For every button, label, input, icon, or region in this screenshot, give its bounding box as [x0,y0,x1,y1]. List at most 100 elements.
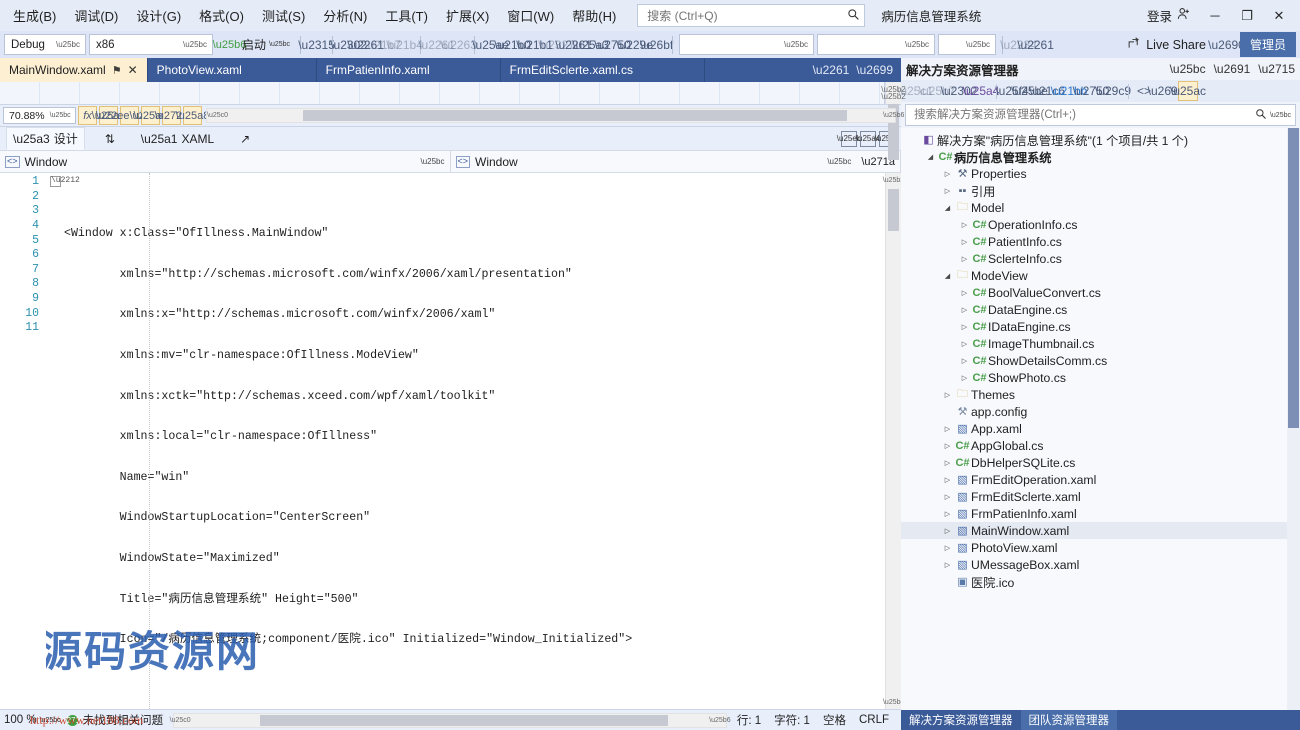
editor-horizontal-scrollbar[interactable]: \u25c0 \u25b6 [170,712,731,728]
scroll-up-icon[interactable]: \u25b2 [883,173,901,187]
expander-icon[interactable]: ▷ [958,323,971,331]
toolbar-combo-1[interactable]: \u25bc [679,34,815,55]
code-text-area[interactable]: \u2212 <Window x:Class="OfIllness.MainWi… [46,173,885,709]
restore-button[interactable]: ❐ [1232,4,1262,28]
tree-node[interactable]: ◢ 🗀 ModeView [901,267,1300,284]
lock-window-icon[interactable]: \u26bf [640,35,673,54]
scroll-thumb[interactable] [1288,128,1299,428]
tree-node[interactable]: ▷ ▧ MainWindow.xaml [901,522,1300,539]
artboard-icon[interactable]: \u25a8 [176,106,209,126]
menu-item-extensions[interactable]: 扩展(X) [437,2,498,29]
scroll-left-icon[interactable]: \u25c0 [207,112,228,119]
pin-icon[interactable]: \u2691 [1214,62,1251,76]
solution-search-input[interactable] [912,108,1255,122]
tab-photoview-xaml[interactable]: PhotoView.xaml [148,58,317,82]
tree-node[interactable]: ⚒ app.config [901,403,1300,420]
tree-node[interactable]: ▷ C# PatientInfo.cs [901,233,1300,250]
scroll-thumb[interactable] [303,110,847,122]
solution-explorer-search[interactable]: \u25bc [905,104,1296,126]
expander-icon[interactable]: ▷ [958,289,971,297]
chevron-down-icon[interactable]: \u25bc [40,717,61,724]
dock-tab-solution-explorer[interactable]: 解决方案资源管理器 [901,710,1021,730]
issues-indicator[interactable]: \u2713 未找到相关问题 [60,712,163,728]
menu-item-design[interactable]: 设计(G) [127,2,190,29]
expander-icon[interactable]: ▷ [958,306,971,314]
chevron-down-icon[interactable]: \u25bc [420,157,444,166]
menu-item-window[interactable]: 窗口(W) [498,2,563,29]
expander-icon[interactable]: ▷ [941,544,954,552]
expander-icon[interactable]: ▷ [941,459,954,467]
designer-zoom-combo[interactable]: 70.88% \u25bc [3,107,76,125]
menu-item-format[interactable]: 格式(O) [190,2,253,29]
collapse-region-icon[interactable]: \u2212 [50,176,80,188]
pin-icon[interactable]: ⚑ [112,64,122,77]
vertical-split-icon[interactable]: \u25eb [837,130,861,147]
expander-icon[interactable]: ▷ [941,425,954,433]
tree-node[interactable]: ▷ ▧ FrmEditSclerte.xaml [901,488,1300,505]
start-debug-button[interactable]: \u25b6 启动 \u25bc [213,35,294,54]
expander-icon[interactable]: ◢ [941,272,954,280]
indentation-indicator[interactable]: 空格 [823,712,846,728]
editor-zoom-control[interactable]: 100 % \u25bc [4,714,61,726]
tab-frmpatieninfo-xaml[interactable]: FrmPatienInfo.xaml [317,58,501,82]
scroll-down-icon[interactable]: \u25bc [883,695,901,709]
pop-out-button[interactable]: ↗ [234,130,256,148]
tree-node[interactable]: ◧ 解决方案"病历信息管理系统"(1 个项目/共 1 个) [901,131,1300,148]
close-icon[interactable]: \u2715 [1258,62,1295,76]
horizontal-split-icon[interactable]: \u25a4 [856,130,880,147]
design-view-tab[interactable]: \u25a3 设计 [6,127,85,151]
expander-icon[interactable]: ▷ [941,476,954,484]
tree-node[interactable]: ▷ ▪▪ 引用 [901,182,1300,199]
tree-node[interactable]: ▷ ▧ FrmEditOperation.xaml [901,471,1300,488]
scroll-right-icon[interactable]: \u25b6 [883,112,904,119]
close-icon[interactable]: ✕ [128,63,138,77]
expander-icon[interactable]: ▷ [941,170,954,178]
tree-node[interactable]: ▷ ⚒ Properties [901,165,1300,182]
expander-icon[interactable]: ▷ [941,510,954,518]
tree-node[interactable]: ▷ ▧ App.xaml [901,420,1300,437]
gear-icon[interactable]: \u2699 [856,63,893,77]
scroll-left-icon[interactable]: \u25c0 [170,714,191,727]
tree-node[interactable]: ▷ C# OperationInfo.cs [901,216,1300,233]
live-share-button[interactable]: Live Share [1120,35,1213,55]
minimize-button[interactable]: ─ [1200,4,1230,28]
expander-icon[interactable]: ▷ [958,340,971,348]
quick-search-input[interactable] [645,7,848,24]
toolbar-combo-2[interactable]: \u25bc [817,34,936,55]
expander-icon[interactable]: ▷ [941,527,954,535]
dock-tab-team-explorer[interactable]: 团队资源管理器 [1020,710,1117,730]
line-ending-indicator[interactable]: CRLF [859,714,889,726]
tree-node[interactable]: ▷ C# IDataEngine.cs [901,318,1300,335]
expander-icon[interactable]: ▷ [941,391,954,399]
designer-canvas[interactable]: 病历信息管理系统 入院登记... 江上智汉 姓名: 入院日期段: 起始日期 [0,82,885,105]
build-config-combo[interactable]: Debug \u25bc [4,34,86,55]
expander-icon[interactable]: ▷ [958,238,971,246]
expander-icon[interactable]: ◢ [924,153,937,161]
chevron-down-icon[interactable]: \u25bc [1267,112,1291,119]
show-all-files-icon[interactable]: \u29c9 [1095,81,1131,101]
menu-item-build[interactable]: 生成(B) [4,2,65,29]
tab-mainwindow-xaml[interactable]: MainWindow.xaml ⚑ ✕ [0,58,148,82]
tree-node[interactable]: ▷ C# AppGlobal.cs [901,437,1300,454]
menu-item-tools[interactable]: 工具(T) [376,2,437,29]
tree-vertical-scrollbar[interactable] [1287,128,1300,710]
tree-node[interactable]: ▷ C# ShowDetailsComm.cs [901,352,1300,369]
tab-frmeditsclerte-xaml-cs[interactable]: FrmEditSclerte.xaml.cs [501,58,705,82]
breadcrumb-right[interactable]: <> Window \u25bc \u271a [451,151,901,173]
tree-node[interactable]: ▷ C# DataEngine.cs [901,301,1300,318]
scroll-thumb[interactable] [260,714,668,726]
tree-node[interactable]: ◢ 🗀 Model [901,199,1300,216]
tree-node[interactable]: ▷ 🗀 Themes [901,386,1300,403]
expander-icon[interactable]: ▷ [958,374,971,382]
breadcrumb-left[interactable]: <> Window \u25bc [0,151,451,173]
tree-node[interactable]: ▷ C# BoolValueConvert.cs [901,284,1300,301]
switch-views-icon[interactable]: \u25a4 [963,81,1000,101]
tab-list-icon[interactable]: \u2261 [813,63,850,77]
swap-panes-button[interactable]: ⇅ [99,130,121,148]
tree-node[interactable]: ▷ ▧ PhotoView.xaml [901,539,1300,556]
tree-node[interactable]: ▷ C# ShowPhoto.cs [901,369,1300,386]
sign-in-button[interactable]: 登录 [1140,3,1198,28]
tree-node[interactable]: ◢ C# 病历信息管理系统 [901,148,1300,165]
tree-node[interactable]: ▷ C# SclerteInfo.cs [901,250,1300,267]
toolbar-combo-3[interactable]: \u25bc [938,34,997,55]
